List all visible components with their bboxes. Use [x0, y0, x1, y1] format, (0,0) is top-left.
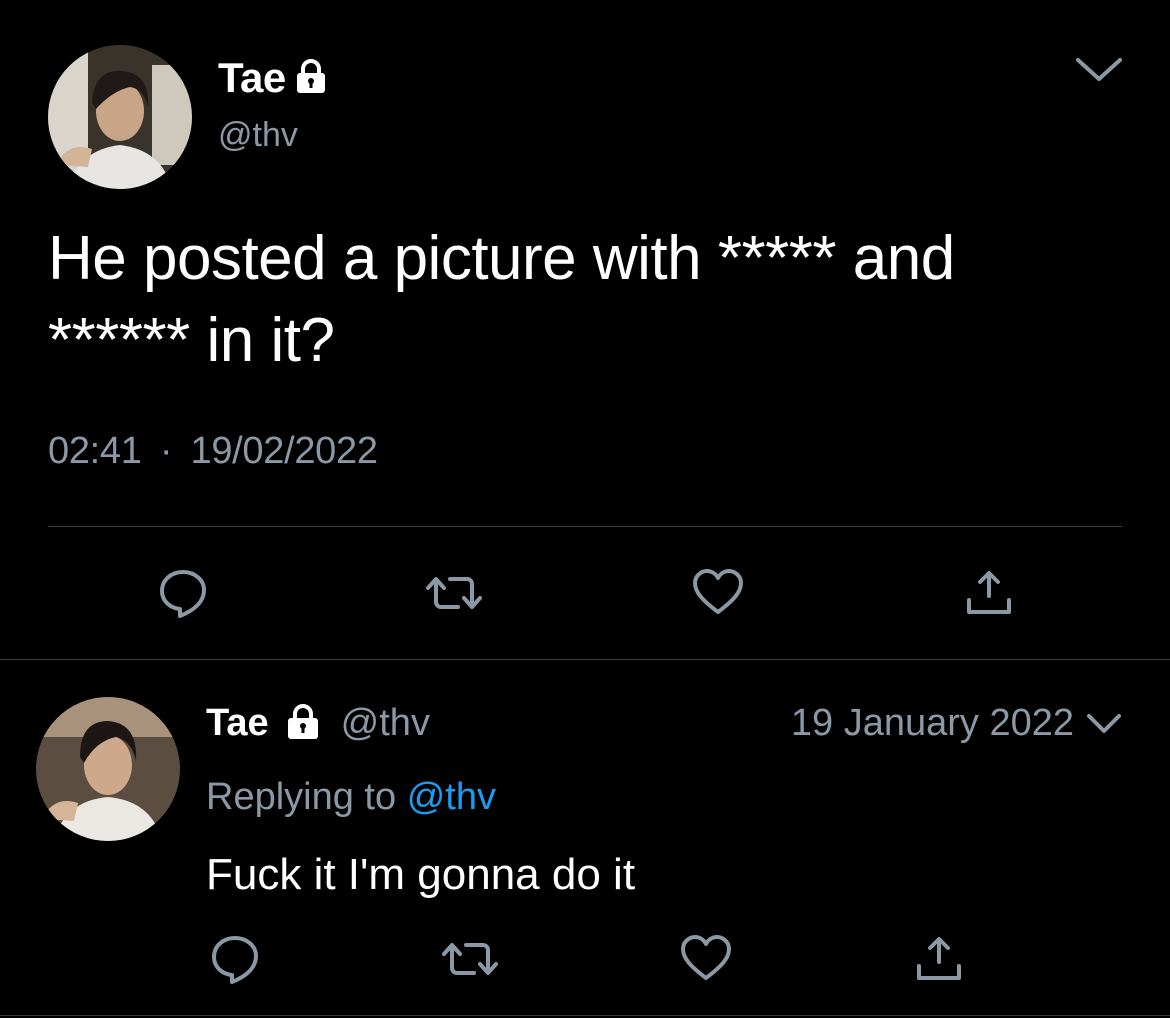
tweet-text: He posted a picture with ***** and *****… — [48, 224, 955, 375]
chevron-down-icon[interactable] — [1072, 52, 1126, 86]
replying-to: Replying to @thv — [206, 776, 496, 819]
chevron-down-icon[interactable] — [1084, 710, 1124, 738]
author-handle[interactable]: @thv — [218, 116, 298, 155]
retweet-button[interactable] — [424, 566, 484, 625]
avatar[interactable] — [48, 45, 192, 189]
retweet-button[interactable] — [440, 932, 500, 991]
author-name-row: Tae — [218, 54, 330, 102]
divider — [48, 526, 1122, 527]
share-icon — [917, 937, 961, 980]
share-button[interactable] — [912, 932, 966, 991]
tweet-date[interactable]: 19 January 2022 — [791, 700, 1074, 746]
meta-separator: · — [159, 430, 173, 472]
divider — [0, 1015, 1170, 1016]
comment-icon — [212, 936, 258, 984]
tweet-text: Fuck it I'm gonna do it — [206, 850, 636, 899]
comment-icon — [160, 570, 206, 618]
lock-icon — [292, 57, 330, 100]
like-button[interactable] — [690, 566, 746, 625]
avatar-photo — [36, 697, 180, 841]
author-handle[interactable]: @thv — [341, 702, 430, 745]
tweet-timestamp[interactable]: 02:41 · 19/02/2022 — [48, 430, 378, 473]
tweet-thread: Tae @thv He posted a picture with ***** … — [0, 0, 1170, 1018]
replying-to-mention[interactable]: @thv — [407, 776, 496, 818]
avatar[interactable] — [36, 697, 180, 841]
tweet-time: 02:41 — [48, 430, 142, 472]
main-tweet: Tae @thv He posted a picture with ***** … — [0, 0, 1170, 660]
author-name[interactable]: Tae — [218, 54, 286, 102]
author-name[interactable]: Tae — [206, 702, 269, 745]
avatar-photo — [48, 45, 192, 189]
lock-icon — [281, 699, 325, 748]
share-button[interactable] — [962, 566, 1016, 625]
heart-icon — [681, 935, 731, 980]
tweet-date: 19/02/2022 — [190, 430, 378, 472]
replying-to-label: Replying to — [206, 776, 397, 818]
retweet-icon — [442, 943, 498, 975]
divider — [0, 659, 1170, 660]
heart-icon — [693, 569, 743, 614]
reply-button[interactable] — [156, 566, 210, 625]
share-icon — [967, 571, 1011, 614]
author-name-row: Tae @thv — [206, 700, 430, 746]
like-button[interactable] — [678, 932, 734, 991]
retweet-icon — [426, 577, 482, 609]
reply-button[interactable] — [208, 932, 262, 991]
